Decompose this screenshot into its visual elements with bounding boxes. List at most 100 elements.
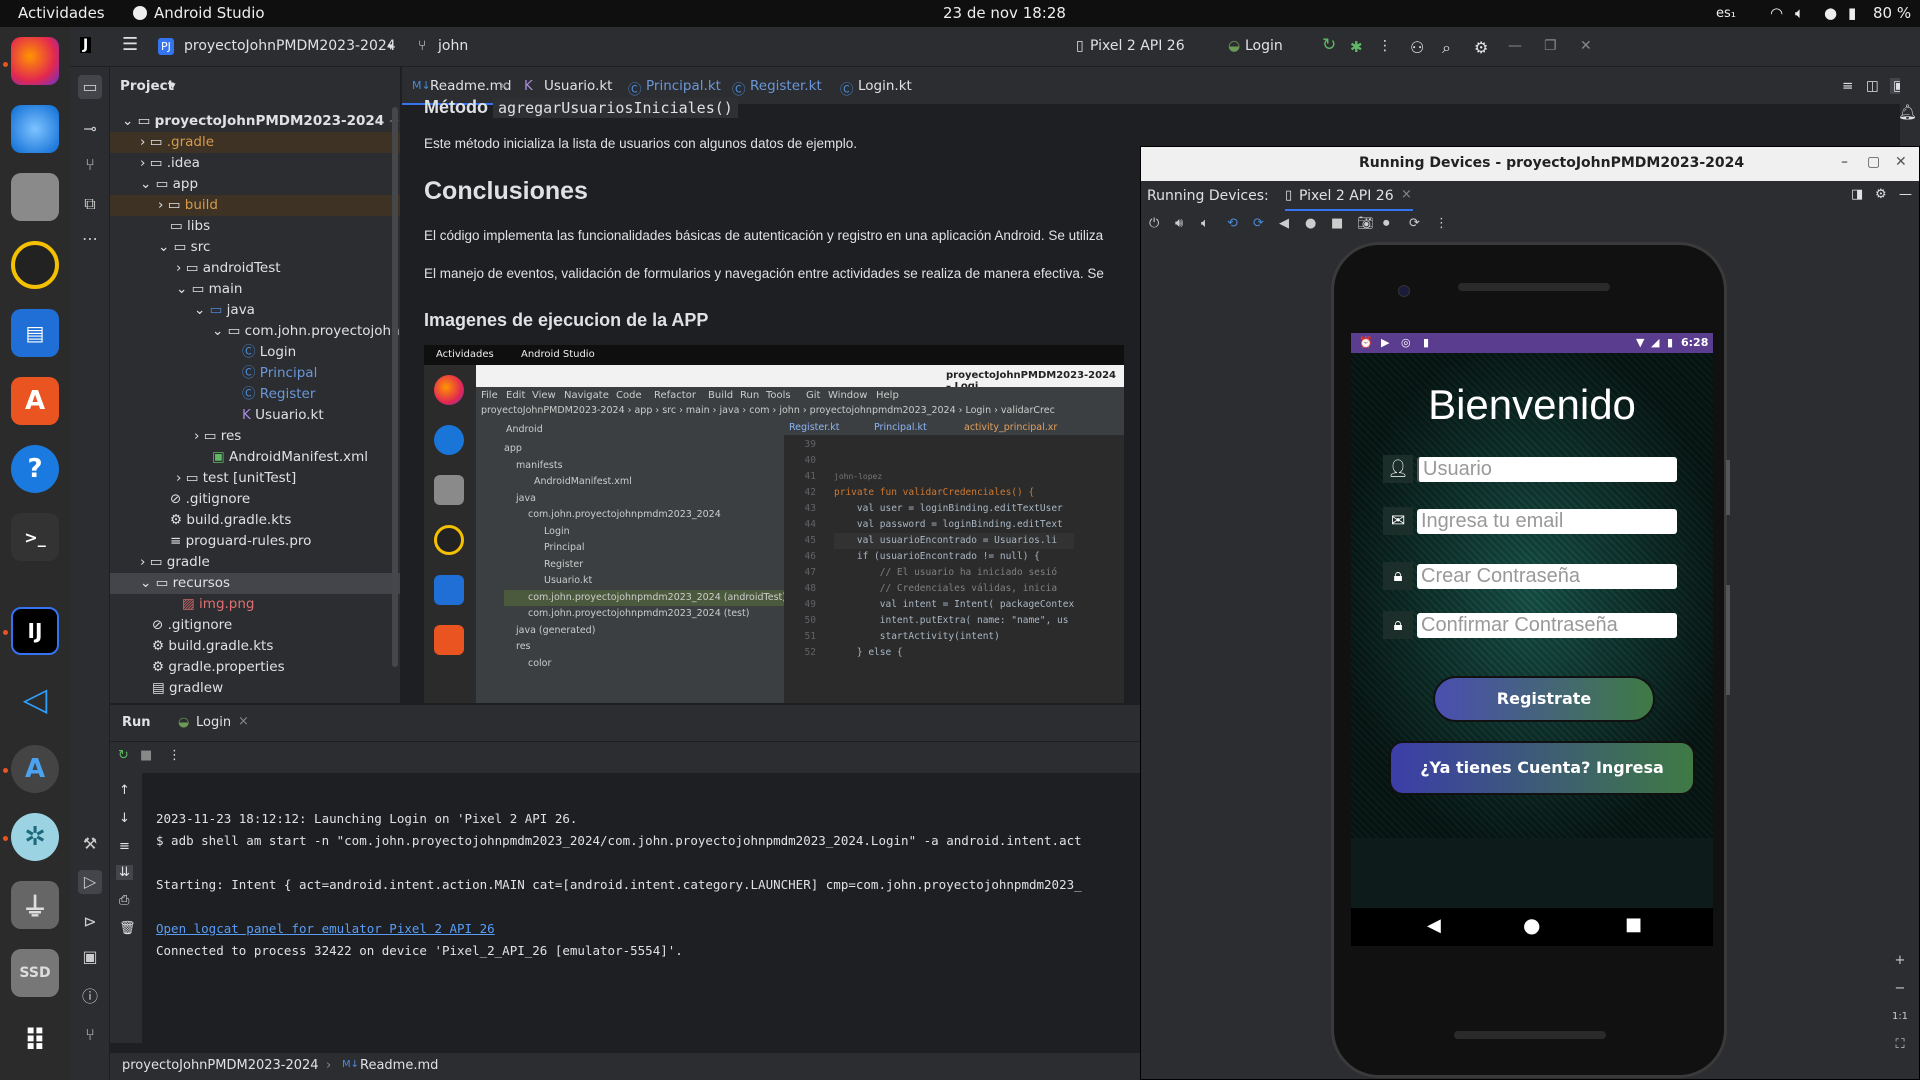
close-tab-icon[interactable]: × <box>1401 187 1412 202</box>
tree-item-androidtest[interactable]: › ▭ androidTest <box>110 258 400 279</box>
volume-keys[interactable] <box>1726 585 1730 695</box>
more-tools-icon[interactable]: ⋯ <box>78 227 102 251</box>
status-project[interactable]: proyectoJohnPMDM2023-2024 <box>122 1058 319 1073</box>
tree-item-recursos[interactable]: ⌄ ▭ recursos <box>110 573 400 594</box>
close-tab-icon[interactable]: × <box>498 78 509 94</box>
power-key[interactable] <box>1726 460 1730 515</box>
add-user-icon[interactable]: ⚇ <box>1410 38 1424 57</box>
tree-item-test[interactable]: › ▭ test [unitTest] <box>110 468 400 489</box>
open-logcat-link[interactable]: Open logcat panel for emulator Pixel 2 A… <box>156 921 495 936</box>
tree-item-usuario[interactable]: K Usuario.kt <box>110 405 400 426</box>
login-link-button[interactable]: ¿Ya tienes Cuenta? Ingresa <box>1389 741 1695 795</box>
tree-item-main[interactable]: ⌄ ▭ main <box>110 279 400 300</box>
tree-item-idea[interactable]: › ▭ .idea <box>110 153 400 174</box>
pull-requests-icon[interactable]: ⑂ <box>78 153 102 177</box>
scroll-down-icon[interactable]: ↓ <box>119 811 130 826</box>
run-config-selector[interactable]: Login <box>1245 38 1283 54</box>
editor-only-icon[interactable]: ≡ <box>1842 78 1853 94</box>
close-tab-icon[interactable]: × <box>238 714 249 729</box>
tree-item-res[interactable]: › ▭ res <box>110 426 400 447</box>
nav-back-icon[interactable]: ◀ <box>1427 915 1441 936</box>
android-studio-icon[interactable]: A <box>11 745 59 793</box>
clear-icon[interactable]: 🗑︎ <box>119 921 136 936</box>
structure-icon[interactable]: ⧉ <box>78 192 102 216</box>
home-icon[interactable]: ● <box>1305 216 1316 231</box>
terminal-tool-icon[interactable]: ▣ <box>78 945 102 969</box>
tree-item-gradle-dir[interactable]: › ▭ gradle <box>110 552 400 573</box>
rerun-icon[interactable]: ↻ <box>1322 35 1336 55</box>
thunderbird-icon[interactable] <box>11 105 59 153</box>
tab-login-run[interactable]: Login <box>196 715 231 730</box>
writer-icon[interactable]: ▤ <box>11 309 59 357</box>
zoom-in-icon[interactable]: + <box>1885 947 1915 975</box>
more-actions-icon[interactable]: ⋮ <box>1378 38 1392 54</box>
tree-item-app[interactable]: ⌄ ▭ app <box>110 174 400 195</box>
volume-icon[interactable]: 🔈︎ <box>1795 4 1804 22</box>
search-icon[interactable]: ⌕ <box>1442 38 1451 58</box>
tree-item-build[interactable]: › ▭ build <box>110 195 400 216</box>
tree-item-login[interactable]: Ⓒ Login <box>110 342 400 363</box>
usb-drive-icon[interactable]: ⏚ <box>11 881 59 929</box>
rhythmbox-icon[interactable] <box>11 241 59 289</box>
power-icon[interactable]: ⏻ <box>1149 216 1159 231</box>
tree-root[interactable]: ⌄ ▭ proyectoJohnPMDM2023-2024 ~/Esc <box>110 111 400 132</box>
active-app-label[interactable]: Android Studio <box>154 4 265 22</box>
close-icon[interactable]: ✕ <box>1580 38 1592 54</box>
scroll-to-end-icon[interactable]: ⇊ <box>116 865 133 880</box>
project-switcher[interactable]: proyectoJohnPMDM2023-2024 <box>184 38 396 54</box>
tree-item-img[interactable]: ▨ img.png <box>110 594 400 615</box>
tree-item-java[interactable]: ⌄ ▭ java <box>110 300 400 321</box>
services-icon[interactable]: ⊳ <box>78 910 102 934</box>
layout-icon[interactable]: ◨ <box>1851 187 1863 202</box>
microphone-icon[interactable]: ● <box>1824 4 1837 22</box>
volume-down-icon[interactable]: 🔈︎ <box>1201 216 1209 231</box>
email-input[interactable]: Ingresa tu email <box>1417 509 1677 534</box>
password-input[interactable]: Crear Contraseña <box>1417 564 1677 589</box>
show-apps-icon[interactable]: ⠿ <box>11 1017 59 1065</box>
keyboard-layout[interactable]: es₁ <box>1716 6 1736 21</box>
rotate-left-icon[interactable]: ⟲ <box>1227 216 1238 231</box>
hide-icon[interactable]: — <box>1899 187 1912 202</box>
scroll-up-icon[interactable]: ↑ <box>119 783 130 798</box>
tree-item-gradle-properties[interactable]: ⚙ gradle.properties <box>110 657 400 678</box>
overview-icon[interactable]: ■ <box>1331 216 1343 231</box>
run-tool-icon[interactable]: ▷ <box>78 870 102 894</box>
activities-button[interactable]: Actividades <box>18 4 105 22</box>
status-file[interactable]: Readme.md <box>360 1058 438 1073</box>
intellij-icon[interactable]: IJ <box>11 607 59 655</box>
project-panel-title[interactable]: Project <box>120 78 174 94</box>
tab-login[interactable]: Login.kt <box>858 78 912 94</box>
help-icon[interactable]: ? <box>11 445 59 493</box>
record-icon[interactable]: ⏺ <box>1383 216 1390 231</box>
tab-register[interactable]: Register.kt <box>750 78 822 94</box>
zoom-actual-size[interactable]: 1:1 <box>1885 1003 1915 1031</box>
settings-icon[interactable]: ⚙ <box>1474 38 1488 57</box>
debug-icon[interactable]: ✱ <box>1350 38 1363 56</box>
back-icon[interactable]: ◀ <box>1279 216 1289 231</box>
settings-icon[interactable]: ⚙ <box>1875 187 1887 202</box>
nav-recents-icon[interactable]: ■ <box>1625 914 1642 935</box>
screenshot-icon[interactable]: 📷︎ <box>1357 216 1374 231</box>
minimize-icon[interactable]: – <box>1841 154 1848 170</box>
git-tool-icon[interactable]: ⑂ <box>78 1023 102 1047</box>
more-icon[interactable]: ⋮ <box>1435 216 1448 231</box>
zoom-out-icon[interactable]: − <box>1885 975 1915 1003</box>
clock[interactable]: 23 de nov 18:28 <box>943 4 1066 22</box>
rotate-right-icon[interactable]: ⟳ <box>1253 216 1264 231</box>
ssd-drive-icon[interactable]: SSD <box>11 949 59 997</box>
tree-item-gradle[interactable]: › ▭ .gradle <box>110 132 400 153</box>
terminal-icon[interactable]: >_ <box>11 513 59 561</box>
project-tool-icon[interactable]: ▭ <box>78 75 102 99</box>
branch-switcher[interactable]: john <box>438 38 468 54</box>
tab-principal[interactable]: Principal.kt <box>646 78 721 94</box>
nav-home-icon[interactable]: ● <box>1523 913 1540 937</box>
minimize-icon[interactable]: — <box>1508 38 1522 54</box>
tab-device[interactable]: ▯ Pixel 2 API 26 × <box>1285 181 1413 211</box>
main-menu-icon[interactable]: ☰ <box>122 34 138 55</box>
restore-icon[interactable]: ❐ <box>1544 38 1557 54</box>
tree-item-gitignore-root[interactable]: ⊘ .gitignore <box>110 615 400 636</box>
tree-item-package[interactable]: ⌄ ▭ com.john.proyectojohnp <box>110 321 400 342</box>
project-scrollbar[interactable] <box>392 107 398 667</box>
vscode-icon[interactable]: ◁ <box>11 675 59 723</box>
fit-screen-icon[interactable]: ⛶ <box>1885 1031 1915 1059</box>
